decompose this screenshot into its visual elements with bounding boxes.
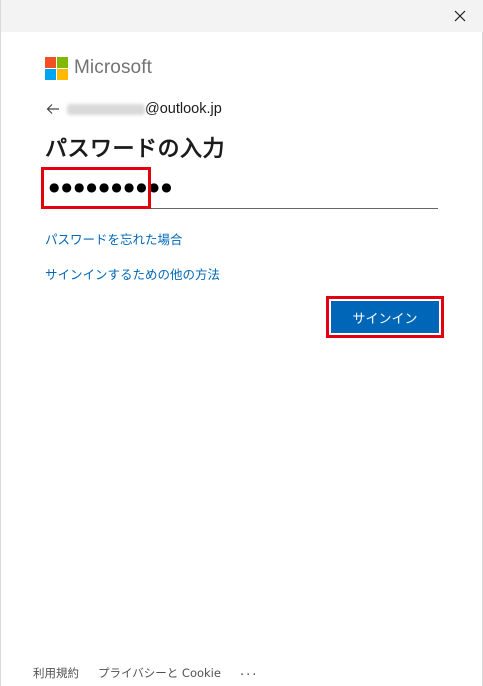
microsoft-logo-icon [45, 56, 68, 80]
identity-banner[interactable]: @outlook.jp [45, 99, 222, 119]
logo-square-yellow [57, 68, 68, 80]
arrow-left-icon [46, 104, 59, 114]
logo-square-blue [45, 68, 56, 80]
title-bar [1, 0, 483, 32]
logo-square-red [45, 56, 56, 68]
signin-window: Microsoft @outlook.jp パスワードの入力 ●●●●●●●●●… [0, 0, 483, 686]
email-username-redacted [67, 104, 145, 115]
password-input[interactable] [45, 172, 438, 208]
terms-of-use-link[interactable]: 利用規約 [33, 665, 79, 681]
back-button[interactable] [45, 101, 61, 117]
signin-button[interactable]: サインイン [331, 301, 439, 333]
forgot-password-link[interactable]: パスワードを忘れた場合 [45, 229, 183, 248]
close-icon [454, 10, 466, 22]
close-button[interactable] [446, 2, 474, 30]
footer: 利用規約 プライバシーと Cookie ... [33, 664, 258, 681]
email-domain: @outlook.jp [145, 101, 222, 117]
more-options-button[interactable]: ... [240, 664, 258, 679]
page-title: パスワードの入力 [45, 137, 226, 162]
brand-name: Microsoft [74, 57, 152, 78]
logo-square-green [57, 56, 68, 68]
microsoft-logo: Microsoft [45, 56, 152, 80]
privacy-cookies-link[interactable]: プライバシーと Cookie [98, 665, 221, 681]
other-signin-options-link[interactable]: サインインするための他の方法 [45, 264, 220, 283]
password-field-container: ●●●●●●●●●● [45, 172, 438, 209]
